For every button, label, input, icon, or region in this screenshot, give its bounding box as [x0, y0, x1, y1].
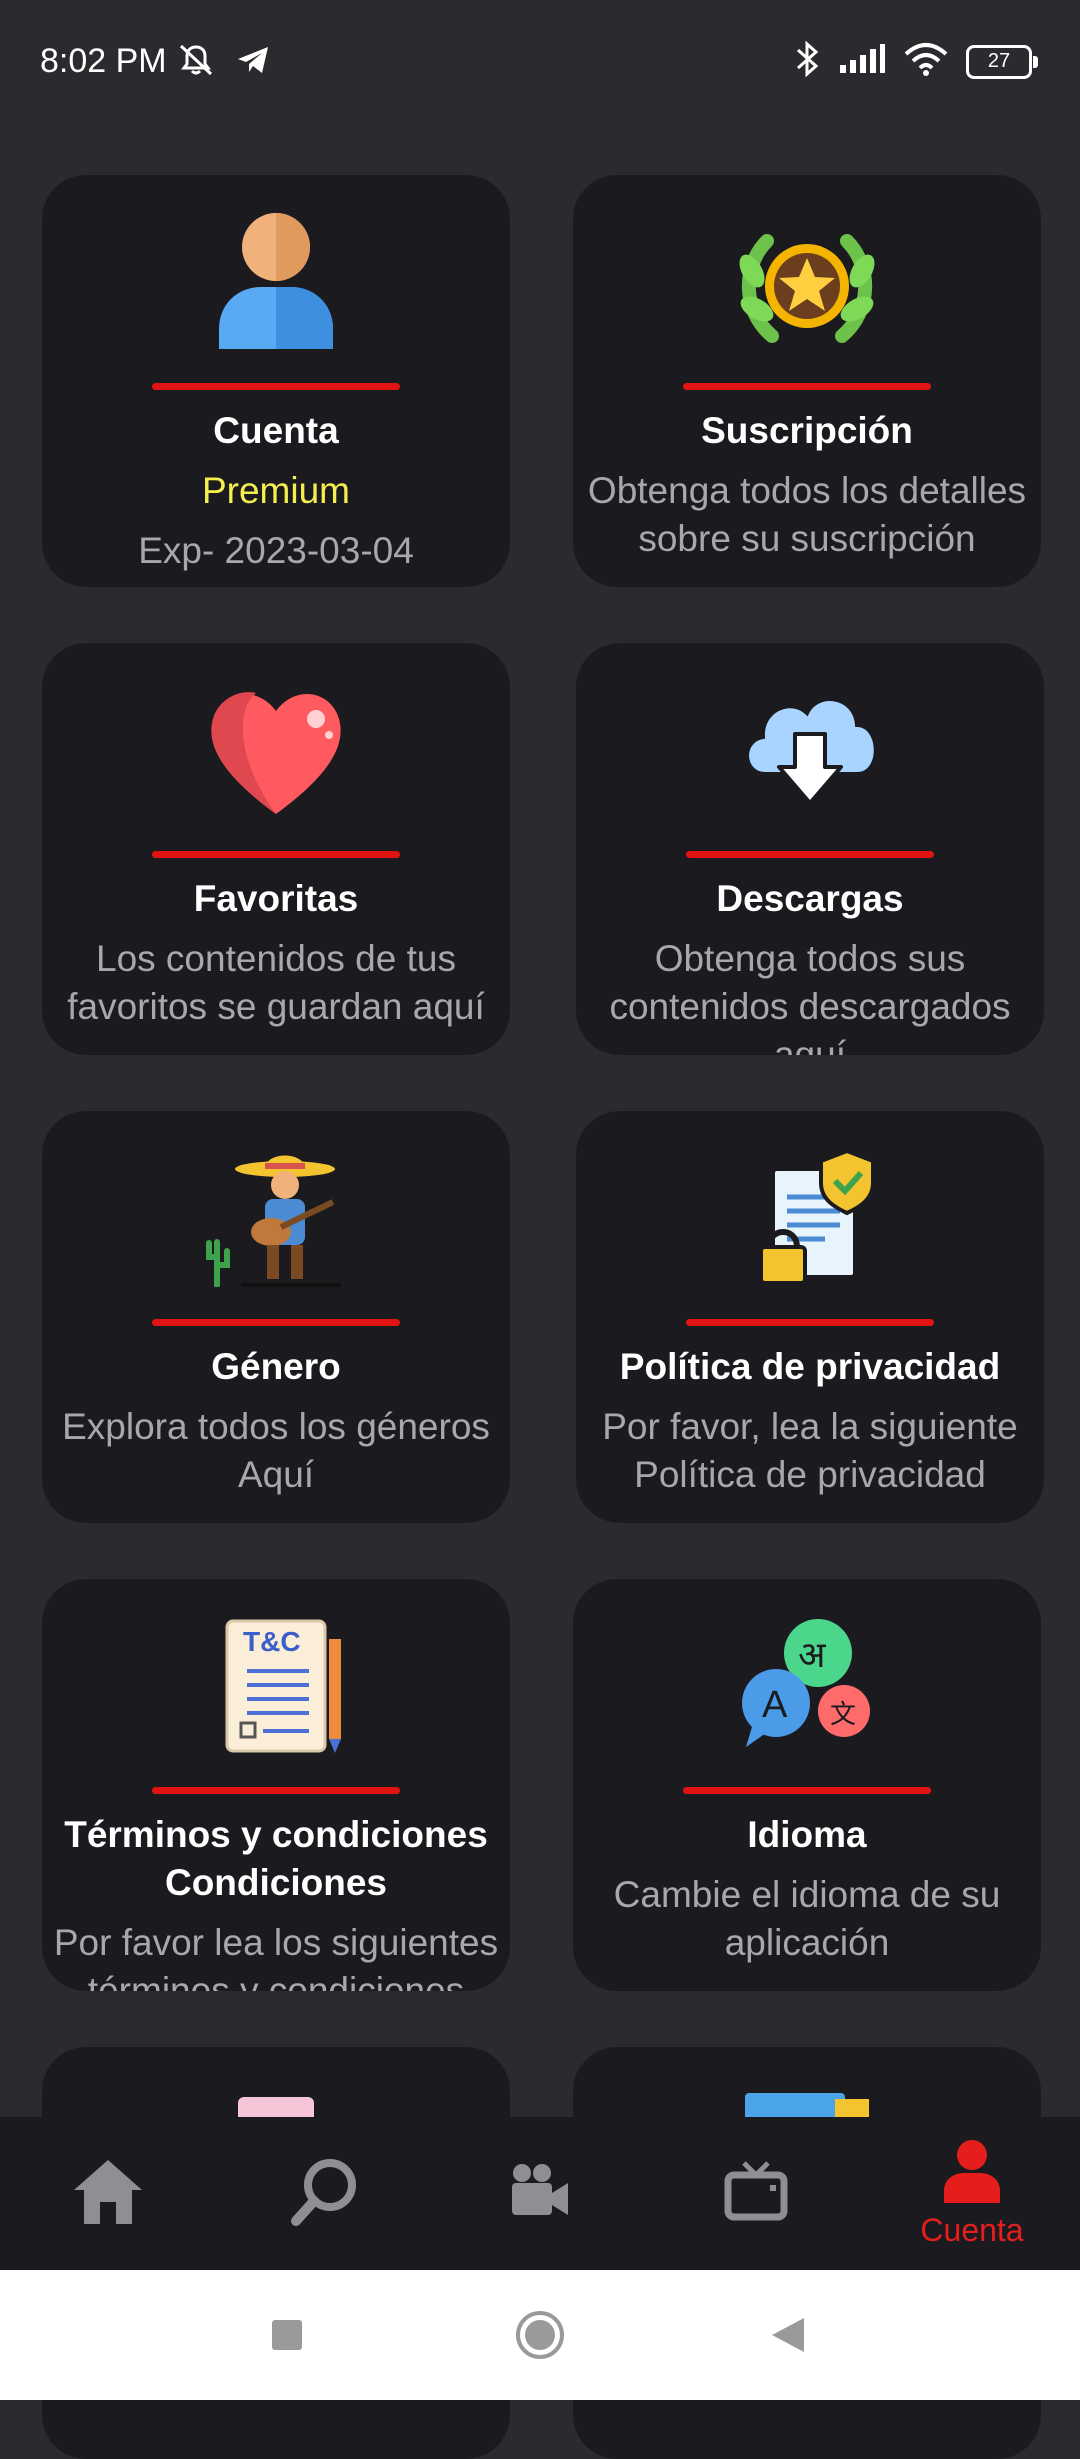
card-title: Género: [211, 1346, 341, 1387]
card-divider: [686, 1319, 934, 1326]
card-title: Suscripción: [701, 410, 913, 451]
card-divider: [152, 383, 400, 390]
card-title: Cuenta: [213, 410, 339, 451]
account-icon: [942, 2139, 1002, 2208]
nav-home[interactable]: [0, 2117, 216, 2270]
wifi-icon: [904, 42, 948, 81]
svg-text:अ: अ: [798, 1635, 827, 1676]
privacy-document-icon: [576, 1147, 1044, 1287]
card-idioma[interactable]: अ A 文 Idioma Cambie el idioma de su apli…: [573, 1579, 1041, 1991]
signal-icon: [838, 43, 886, 80]
card-descargas[interactable]: Descargas Obtenga todos sus contenidos d…: [576, 643, 1044, 1055]
card-divider: [686, 851, 934, 858]
back-button[interactable]: [770, 2316, 806, 2359]
card-favoritas[interactable]: Favoritas Los contenidos de tus favorito…: [42, 643, 510, 1055]
search-icon: [288, 2155, 360, 2232]
guitarist-icon: [42, 1147, 510, 1287]
card-divider: [152, 1319, 400, 1326]
tv-icon: [724, 2159, 788, 2228]
card-description: Por favor lea los siguientes términos y …: [53, 1922, 499, 1991]
home-button[interactable]: [515, 2310, 565, 2365]
card-title: Términos y condiciones Condiciones: [64, 1814, 488, 1903]
status-time: 8:02 PM: [40, 42, 167, 80]
battery-level: 27: [987, 50, 1011, 72]
svg-text:A: A: [762, 1684, 788, 1726]
card-description: Cambie el idioma de su aplicación: [613, 1874, 1001, 1963]
card-cuenta[interactable]: Cuenta Premium Exp- 2023-03-04: [42, 175, 510, 587]
card-title: Política de privacidad: [619, 1346, 1001, 1387]
heart-icon: [42, 679, 510, 819]
nav-video[interactable]: [432, 2117, 648, 2270]
laurel-star-icon: [573, 211, 1041, 351]
card-title: Idioma: [747, 1814, 867, 1855]
user-icon: [42, 211, 510, 351]
nav-tv[interactable]: [648, 2117, 864, 2270]
card-title: Favoritas: [193, 878, 359, 919]
card-divider: [683, 383, 931, 390]
card-divider: [152, 1787, 400, 1794]
svg-text:文: 文: [830, 1700, 856, 1730]
card-description: Explora todos los géneros Aquí: [62, 1406, 490, 1495]
video-camera-icon: [508, 2161, 572, 2226]
card-description: Obtenga todos los detalles sobre su susc…: [587, 470, 1027, 559]
terms-document-icon: T&C: [42, 1615, 510, 1755]
svg-text:T&C: T&C: [243, 1626, 301, 1657]
recents-button[interactable]: [270, 2318, 304, 2357]
premium-label: Premium: [201, 470, 351, 511]
expiry-date: Exp- 2023-03-04: [138, 530, 414, 571]
status-bar: 8:02 PM 27: [0, 0, 1080, 130]
card-genero[interactable]: Género Explora todos los géneros Aquí: [42, 1111, 510, 1523]
telegram-icon: [235, 44, 271, 81]
card-description: Por favor, lea la siguiente Política de …: [602, 1406, 1018, 1495]
nav-account-label: Cuenta: [920, 2211, 1024, 2248]
system-navigation-bar: [0, 2270, 1080, 2400]
cloud-download-icon: [576, 679, 1044, 819]
card-description: Obtenga todos sus contenidos descargados…: [609, 938, 1011, 1055]
nav-search[interactable]: [216, 2117, 432, 2270]
language-icon: अ A 文: [573, 1615, 1041, 1755]
card-politica-privacidad[interactable]: Política de privacidad Por favor, lea la…: [576, 1111, 1044, 1523]
nav-account[interactable]: Cuenta: [864, 2117, 1080, 2270]
card-description: Los contenidos de tus favoritos se guard…: [67, 938, 485, 1027]
card-title: Descargas: [716, 878, 904, 919]
bottom-navigation: Cuenta: [0, 2117, 1080, 2270]
mute-icon: [175, 42, 217, 83]
card-divider: [683, 1787, 931, 1794]
card-suscripcion[interactable]: Suscripción Obtenga todos los detalles s…: [573, 175, 1041, 587]
battery-icon: 27: [966, 44, 1038, 79]
home-icon: [72, 2156, 144, 2231]
card-divider: [152, 851, 400, 858]
card-terminos-condiciones[interactable]: T&C Términos y condiciones Condiciones P…: [42, 1579, 510, 1991]
bluetooth-icon: [794, 40, 820, 83]
